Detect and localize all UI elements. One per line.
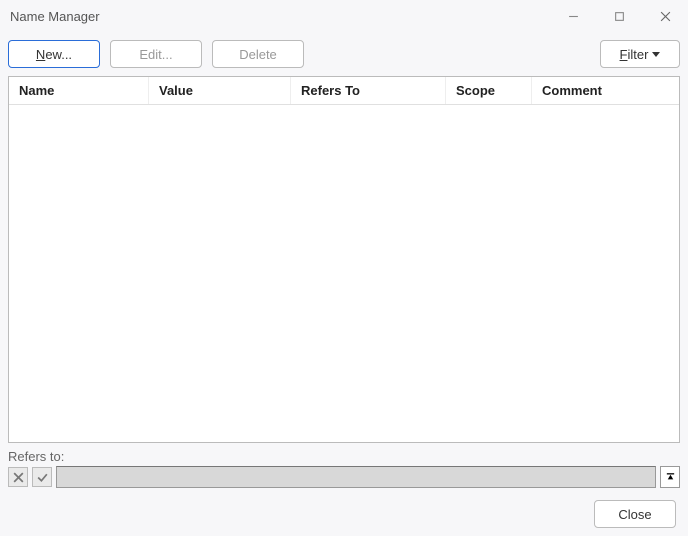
close-window-button[interactable] (642, 0, 688, 32)
maximize-button[interactable] (596, 0, 642, 32)
close-button-label: Close (618, 507, 651, 522)
window-title: Name Manager (10, 9, 100, 24)
table-header: Name Value Refers To Scope Comment (9, 77, 679, 105)
check-icon (36, 471, 49, 484)
column-header-refers-to[interactable]: Refers To (291, 77, 446, 104)
refers-to-label: Refers to: (8, 449, 680, 464)
close-icon (660, 11, 671, 22)
column-header-name[interactable]: Name (9, 77, 149, 104)
collapse-icon (665, 472, 676, 483)
cancel-edit-button[interactable] (8, 467, 28, 487)
window-controls (550, 0, 688, 32)
x-icon (12, 471, 25, 484)
caret-down-icon (652, 52, 660, 57)
edit-button[interactable]: Edit... (110, 40, 202, 68)
refers-to-row (8, 466, 680, 488)
name-manager-dialog: Name Manager New... Edit... (0, 0, 688, 536)
filter-button-label: Filter (620, 47, 649, 62)
confirm-edit-button[interactable] (32, 467, 52, 487)
toolbar: New... Edit... Delete Filter (8, 40, 680, 68)
collapse-dialog-button[interactable] (660, 466, 680, 488)
column-header-scope[interactable]: Scope (446, 77, 532, 104)
titlebar: Name Manager (0, 0, 688, 32)
toolbar-left: New... Edit... Delete (8, 40, 304, 68)
filter-button[interactable]: Filter (600, 40, 680, 68)
names-table: Name Value Refers To Scope Comment (8, 76, 680, 443)
minimize-button[interactable] (550, 0, 596, 32)
new-button-label: New... (36, 47, 72, 62)
dialog-content: New... Edit... Delete Filter Name Value … (0, 32, 688, 536)
column-header-value[interactable]: Value (149, 77, 291, 104)
maximize-icon (614, 11, 625, 22)
minimize-icon (568, 11, 579, 22)
dialog-footer: Close (8, 500, 680, 528)
close-button[interactable]: Close (594, 500, 676, 528)
delete-button-label: Delete (239, 47, 277, 62)
column-header-comment[interactable]: Comment (532, 77, 679, 104)
table-body[interactable] (9, 105, 679, 442)
refers-to-input[interactable] (56, 466, 656, 488)
delete-button[interactable]: Delete (212, 40, 304, 68)
edit-button-label: Edit... (139, 47, 172, 62)
new-button[interactable]: New... (8, 40, 100, 68)
